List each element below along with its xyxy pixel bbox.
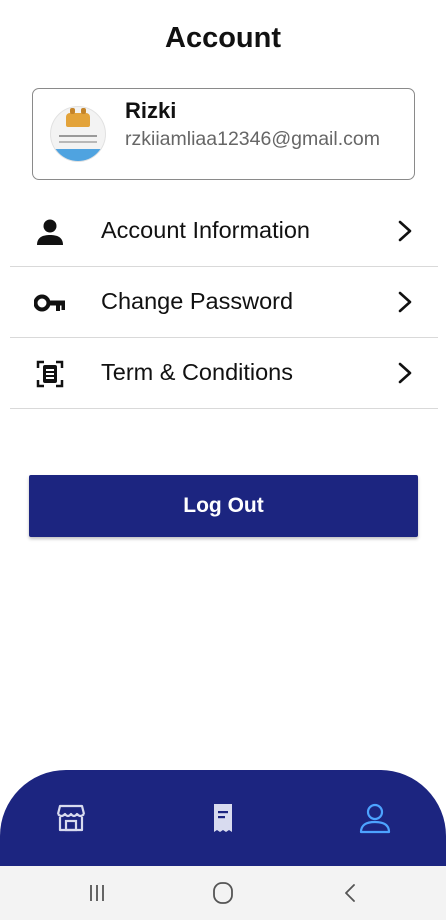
menu-item-label: Account Information <box>101 217 310 243</box>
menu-item-account-information[interactable]: Account Information <box>10 196 438 267</box>
person-icon <box>37 219 63 245</box>
chevron-right-icon <box>398 362 412 384</box>
avatar <box>51 107 105 161</box>
system-navigation-bar <box>0 866 446 920</box>
menu-item-label: Term & Conditions <box>101 359 293 385</box>
page-title: Account <box>165 22 281 54</box>
chevron-right-icon <box>398 291 412 313</box>
mascot-icon <box>66 108 90 127</box>
menu-item-label: Change Password <box>101 288 294 314</box>
profile-email: rzkiiamliaa12346@gmail.com <box>125 128 380 150</box>
profile-card[interactable]: Rizki rzkiiamliaa12346@gmail.com <box>32 88 415 180</box>
user-icon[interactable] <box>357 800 393 836</box>
home-icon[interactable] <box>208 880 238 906</box>
profile-name: Rizki <box>125 98 177 123</box>
recent-apps-icon[interactable] <box>82 880 112 906</box>
store-icon[interactable] <box>53 800 89 836</box>
back-icon[interactable] <box>336 880 366 906</box>
menu-item-change-password[interactable]: Change Password <box>10 267 438 338</box>
menu-item-term-conditions[interactable]: Term & Conditions <box>10 338 438 409</box>
account-menu: Account Information Change Password Term… <box>10 196 438 409</box>
chevron-right-icon <box>398 220 412 242</box>
account-screen: Account Rizki rzkiiamliaa12346@gmail.com… <box>0 0 446 920</box>
key-icon <box>34 294 65 312</box>
bottom-nav <box>0 770 446 866</box>
document-scan-icon <box>36 360 64 388</box>
receipt-icon[interactable] <box>205 800 241 836</box>
logout-button[interactable]: Log Out <box>29 475 418 537</box>
